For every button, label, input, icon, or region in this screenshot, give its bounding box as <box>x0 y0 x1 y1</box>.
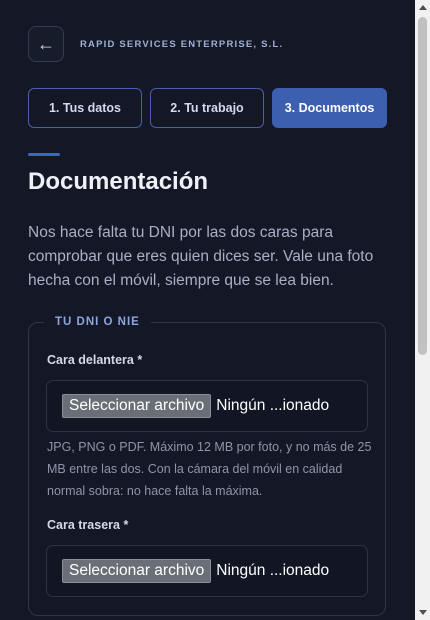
step-tabs: 1. Tus datos 2. Tu trabajo 3. Documentos <box>28 88 387 128</box>
company-name: RAPID SERVICES ENTERPRISE, S.L. <box>80 39 284 50</box>
title-accent-bar <box>28 153 60 156</box>
back-side-select-file-button[interactable]: Seleccionar archivo <box>62 559 212 583</box>
front-side-select-file-button[interactable]: Seleccionar archivo <box>62 394 212 418</box>
intro-text: Nos hace falta tu DNI por las dos caras … <box>28 224 374 289</box>
back-side-file-status: Ningún ...ionado <box>216 562 330 579</box>
scrollbar-thumb[interactable] <box>418 17 427 355</box>
step-tab-datos[interactable]: 1. Tus datos <box>28 88 142 128</box>
application-page: ← RAPID SERVICES ENTERPRISE, S.L. 1. Tus… <box>0 0 415 620</box>
step-tab-documentos[interactable]: 3. Documentos <box>272 88 387 128</box>
scroll-up-arrow-icon[interactable] <box>415 0 430 15</box>
back-button[interactable]: ← <box>28 26 64 62</box>
arrow-left-icon: ← <box>37 33 55 54</box>
front-side-label: Cara delantera * <box>47 353 143 367</box>
vertical-scrollbar[interactable] <box>415 0 430 620</box>
back-side-file-input[interactable]: Seleccionar archivo Ningún ...ionado <box>46 545 368 597</box>
scroll-down-arrow-icon[interactable] <box>415 605 430 620</box>
dni-fieldset-legend: TU DNI O NIE <box>44 316 151 328</box>
back-side-label: Cara trasera * <box>47 518 129 532</box>
front-side-file-status: Ningún ...ionado <box>216 397 330 414</box>
front-side-file-input[interactable]: Seleccionar archivo Ningún ...ionado <box>46 380 368 432</box>
step-tab-trabajo[interactable]: 2. Tu trabajo <box>150 88 264 128</box>
file-requirements-help: JPG, PNG o PDF. Máximo 12 MB por foto, y… <box>47 440 372 498</box>
page-title: Documentación <box>28 168 209 195</box>
